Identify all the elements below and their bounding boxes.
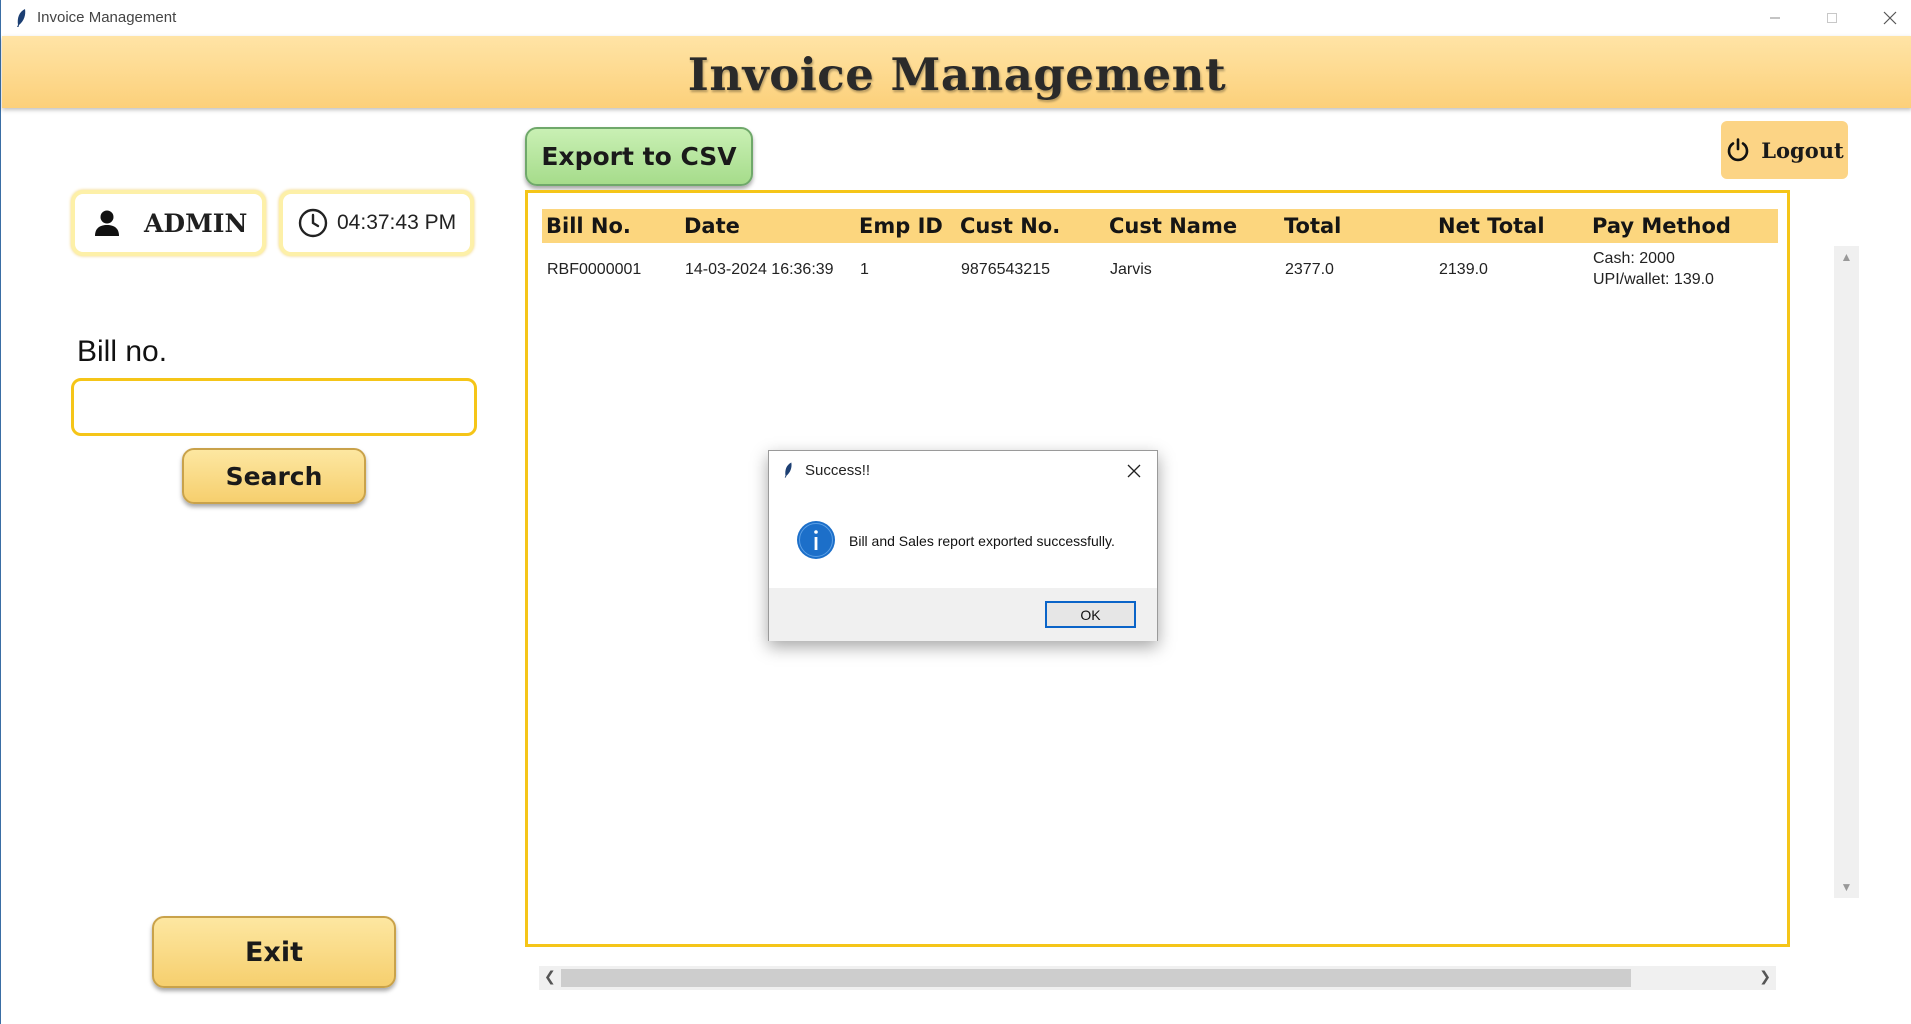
bill-no-input[interactable] <box>71 378 477 436</box>
horizontal-scroll-thumb[interactable] <box>561 969 1631 987</box>
cell-net-total: 2139.0 <box>1439 261 1488 278</box>
cell-total: 2377.0 <box>1285 261 1334 278</box>
search-button[interactable]: Search <box>182 448 366 504</box>
scroll-left-icon[interactable]: ❮ <box>544 968 556 985</box>
dialog-message: Bill and Sales report exported successfu… <box>849 533 1115 549</box>
clock-badge: 04:37:43 PM <box>279 190 474 256</box>
cell-date: 14-03-2024 16:36:39 <box>685 261 834 278</box>
cell-pay-method-upi: UPI/wallet: 139.0 <box>1593 271 1714 288</box>
bill-no-label: Bill no. <box>77 335 168 368</box>
scroll-down-icon[interactable]: ▼ <box>1834 880 1859 894</box>
close-icon[interactable] <box>1124 461 1144 481</box>
logout-button[interactable]: Logout <box>1721 121 1848 179</box>
minimize-button[interactable] <box>1747 0 1803 36</box>
table-row[interactable]: RBF0000001 14-03-2024 16:36:39 1 9876543… <box>542 247 1778 295</box>
maximize-button[interactable] <box>1804 0 1860 36</box>
vertical-scrollbar[interactable]: ▲ ▼ <box>1834 246 1859 898</box>
cell-cust-no: 9876543215 <box>961 261 1050 278</box>
horizontal-scrollbar[interactable]: ❮ ❯ <box>539 966 1776 990</box>
column-header-net-total[interactable]: Net Total <box>1438 214 1545 238</box>
cell-pay-method-cash: Cash: 2000 <box>1593 250 1675 267</box>
app-header: Invoice Management <box>2 36 1911 108</box>
user-name: ADMIN <box>144 208 248 238</box>
exit-button[interactable]: Exit <box>152 916 396 988</box>
clock-icon <box>298 208 328 238</box>
column-header-bill-no[interactable]: Bill No. <box>546 214 631 238</box>
column-header-total[interactable]: Total <box>1284 214 1341 238</box>
info-icon <box>797 521 835 559</box>
dialog-footer: OK <box>769 588 1157 641</box>
close-icon <box>1883 11 1897 25</box>
export-csv-button[interactable]: Export to CSV <box>525 127 753 186</box>
scroll-right-icon[interactable]: ❯ <box>1759 968 1771 985</box>
minimize-icon <box>1770 17 1780 19</box>
user-badge: ADMIN <box>71 190 266 256</box>
user-icon <box>95 210 119 236</box>
clock-time: 04:37:43 PM <box>337 211 457 234</box>
table-header: Bill No. Date Emp ID Cust No. Cust Name … <box>542 209 1778 243</box>
title-bar: Invoice Management <box>1 0 1911 36</box>
logout-label: Logout <box>1761 137 1844 163</box>
column-header-pay-method[interactable]: Pay Method <box>1592 214 1731 238</box>
success-dialog: Success!! Bill and Sales report exported… <box>768 450 1158 641</box>
column-header-emp-id[interactable]: Emp ID <box>859 214 943 238</box>
feather-icon <box>784 462 792 478</box>
app-window: Invoice Management Invoice Management AD… <box>0 0 1911 1024</box>
column-header-cust-no[interactable]: Cust No. <box>960 214 1060 238</box>
column-header-cust-name[interactable]: Cust Name <box>1109 214 1237 238</box>
power-icon <box>1728 138 1749 162</box>
scroll-up-icon[interactable]: ▲ <box>1834 250 1859 264</box>
ok-button[interactable]: OK <box>1045 601 1136 628</box>
page-title: Invoice Management <box>687 48 1227 101</box>
cell-bill-no: RBF0000001 <box>547 261 642 278</box>
window-title: Invoice Management <box>37 9 177 26</box>
feather-icon <box>17 9 26 27</box>
maximize-icon <box>1827 13 1837 23</box>
dialog-title: Success!! <box>805 462 871 479</box>
cell-cust-name: Jarvis <box>1110 261 1152 278</box>
cell-emp-id: 1 <box>860 261 869 278</box>
column-header-date[interactable]: Date <box>684 214 740 238</box>
close-button[interactable] <box>1862 0 1911 36</box>
